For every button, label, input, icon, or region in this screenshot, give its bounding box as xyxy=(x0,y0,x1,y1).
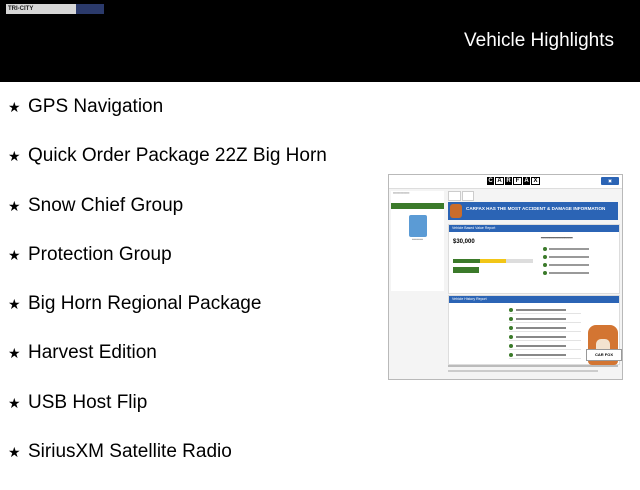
carfax-badge-icon xyxy=(408,215,427,237)
carfax-sidebar: ━━━━━━━━━ ━━━━━━━ xyxy=(391,191,444,291)
carfax-history-header: Vehicle History Report xyxy=(449,296,619,303)
feature-label: Harvest Edition xyxy=(28,342,157,364)
carfax-print-button: ▣ xyxy=(601,177,619,185)
dealer-logo[interactable]: TRI-CITY xyxy=(6,4,104,14)
carfax-logo-letter: C xyxy=(487,177,494,185)
page-header: TRI-CITY Vehicle Highlights xyxy=(0,0,640,82)
feature-label: SiriusXM Satellite Radio xyxy=(28,441,232,463)
feature-list: ★ GPS Navigation ★ Quick Order Package 22Z … xyxy=(8,96,327,490)
carfax-logo-letter: A xyxy=(495,177,504,185)
carfax-tabs xyxy=(448,191,475,201)
star-icon: ★ xyxy=(8,394,21,411)
carfax-sidebar-line: ━━━━━━━━━ xyxy=(393,191,410,195)
carfax-fox-sign: CAR FOX xyxy=(586,349,622,361)
carfax-history-row xyxy=(509,333,581,341)
carfax-price: $30,000 xyxy=(453,239,475,245)
feature-label: Big Horn Regional Package xyxy=(28,293,262,315)
star-icon: ★ xyxy=(8,345,21,362)
carfax-value-right-heading: ━━━━━━━━━━━━━━━ xyxy=(541,236,573,240)
carfax-history-row xyxy=(509,324,581,332)
carfax-view-button xyxy=(453,267,479,273)
carfax-fox-mascot: CAR FOX xyxy=(586,325,622,365)
feature-item: ★ Harvest Edition xyxy=(8,342,327,391)
carfax-sidebar-caption: ━━━━━━━ xyxy=(412,238,423,241)
feature-label: Snow Chief Group xyxy=(28,194,184,216)
carfax-history-row xyxy=(509,315,581,323)
carfax-logo-letter: A xyxy=(523,177,530,185)
check-icon xyxy=(543,263,547,267)
star-icon: ★ xyxy=(8,296,21,313)
carfax-tab-1 xyxy=(448,191,461,201)
check-icon xyxy=(543,247,547,251)
carfax-fox-icon xyxy=(450,204,462,218)
carfax-history-row xyxy=(509,306,581,314)
carfax-value-header: Vehicle Based Value Report xyxy=(449,225,619,232)
star-icon: ★ xyxy=(8,99,21,115)
carfax-history-row xyxy=(509,342,581,350)
carfax-value-bar xyxy=(453,259,533,263)
carfax-banner: CARFAX HAS THE MOST ACCIDENT & DAMAGE IN… xyxy=(448,202,618,220)
carfax-top-bar: CARFAX ▣ xyxy=(389,175,622,189)
carfax-sidebar-tab xyxy=(391,203,444,209)
feature-item: ★ USB Host Flip xyxy=(8,392,327,441)
feature-item: ★ Protection Group xyxy=(8,244,327,293)
dealer-logo-phone xyxy=(76,4,104,14)
star-icon: ★ xyxy=(8,148,21,165)
feature-label: Protection Group xyxy=(28,243,172,265)
carfax-banner-text: CARFAX HAS THE MOST ACCIDENT & DAMAGE IN… xyxy=(466,206,606,211)
dealer-logo-brand: TRI-CITY xyxy=(8,6,34,12)
feature-label: GPS Navigation xyxy=(28,96,164,117)
star-icon: ★ xyxy=(8,246,21,263)
carfax-footer-line xyxy=(448,370,598,372)
carfax-logo: CARFAX xyxy=(487,177,541,185)
feature-item: ★ Big Horn Regional Package xyxy=(8,293,327,342)
check-icon xyxy=(543,255,547,259)
carfax-value-panel: Vehicle Based Value Report $30,000 ━━━━━… xyxy=(448,224,620,294)
carfax-report-image[interactable]: CARFAX ▣ ━━━━━━━━━ ━━━━━━━ CARFAX HAS TH… xyxy=(388,174,623,380)
carfax-tab-2 xyxy=(461,191,475,201)
feature-label: USB Host Flip xyxy=(28,391,148,413)
page-title: Vehicle Highlights xyxy=(464,30,614,51)
feature-item: ★ Quick Order Package 22Z Big Horn xyxy=(8,145,327,194)
carfax-history-row xyxy=(509,351,581,359)
feature-item: ★ GPS Navigation xyxy=(8,96,327,145)
carfax-logo-letter: R xyxy=(505,177,512,185)
check-icon xyxy=(543,271,547,275)
carfax-logo-letter: X xyxy=(531,177,540,185)
feature-label: Quick Order Package 22Z Big Horn xyxy=(28,145,327,167)
star-icon: ★ xyxy=(8,444,21,461)
feature-item: ★ SiriusXM Satellite Radio xyxy=(8,441,327,490)
feature-item: ★ Snow Chief Group xyxy=(8,195,327,244)
star-icon: ★ xyxy=(8,197,21,214)
carfax-logo-letter: F xyxy=(513,177,522,185)
carfax-footer-line xyxy=(448,365,618,367)
